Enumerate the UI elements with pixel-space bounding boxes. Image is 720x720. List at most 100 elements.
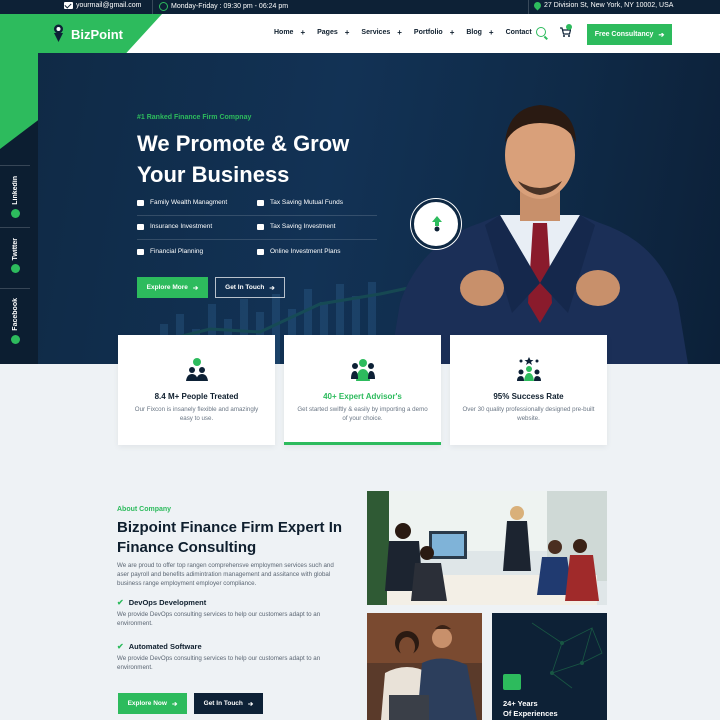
briefcase-icon: [137, 223, 144, 230]
search-icon[interactable]: [536, 27, 546, 37]
nav-pages[interactable]: Pages +: [317, 28, 349, 37]
button-label: Free Consultancy: [594, 31, 654, 38]
feature-item: Financial Planning: [137, 248, 203, 255]
explore-now-button[interactable]: Explore Now ➔: [118, 693, 187, 714]
stat-title: 95% Success Rate: [493, 392, 564, 401]
people-check-icon: [186, 358, 208, 381]
explore-more-button[interactable]: Explore More ➔: [137, 277, 208, 298]
about-text: We are proud to offer top rangen compreh…: [117, 562, 334, 587]
clock-icon: [159, 2, 168, 11]
success-badge: [411, 199, 461, 249]
feature-label: Insurance Investment: [150, 223, 213, 230]
topbar-email-text: yourmail@gmail.com: [76, 2, 142, 9]
nav-label: Contact: [505, 29, 532, 36]
nav-label: Pages: [317, 29, 338, 36]
arrow-right-icon: ➔: [658, 31, 665, 39]
check-icon: ✔: [117, 598, 124, 607]
button-label: Explore Now: [127, 700, 167, 707]
check-icon: ✔: [117, 642, 124, 651]
feature-label: Online Investment Plans: [270, 248, 341, 255]
arrow-right-icon: ➔: [247, 700, 254, 708]
wallet-icon: [137, 248, 144, 255]
network-pattern-decoration: [531, 622, 603, 689]
topbar-hours: Monday-Friday : 09:30 pm - 06:24 pm: [159, 2, 288, 11]
logo-mark-icon: [54, 24, 63, 42]
divider: [0, 288, 30, 289]
bar-chart-icon: [257, 248, 264, 255]
point-title: DevOps Development: [128, 598, 207, 607]
free-consultancy-button[interactable]: Free Consultancy ➔: [587, 24, 672, 45]
envelope-icon: [64, 2, 73, 9]
nav-contact[interactable]: Contact: [506, 28, 532, 37]
colleagues-laptop-photo: [367, 613, 482, 720]
divider: [0, 165, 30, 166]
point-desc: We provide DevOps consulting services to…: [117, 611, 321, 627]
stat-desc: Get started swiftly & easily by importin…: [297, 406, 428, 422]
refresh-icon: [257, 199, 264, 206]
plus-icon: +: [300, 28, 306, 37]
get-in-touch-button[interactable]: Get In Touch ➔: [194, 693, 263, 714]
divider: [152, 0, 153, 14]
get-in-touch-button[interactable]: Get In Touch ➔: [215, 277, 285, 298]
site-header: BizPoint Home + Pages + Services + Portfoli…: [0, 14, 720, 53]
nav-home[interactable]: Home +: [274, 28, 305, 37]
experience-box: 24+ Years Of Experiences: [492, 613, 607, 720]
logo[interactable]: BizPoint: [0, 14, 162, 53]
hero-title: We Promote & Grow Your Business: [137, 128, 397, 190]
facebook-icon: [10, 334, 20, 344]
main-nav: Home + Pages + Services + Portfolio + Blog + …: [274, 28, 544, 37]
top-bar: yourmail@gmail.com Monday-Friday : 09:30…: [0, 0, 720, 14]
nav-label: Blog: [466, 29, 482, 36]
button-label: Explore More: [146, 284, 188, 291]
nav-blog[interactable]: Blog +: [466, 28, 493, 37]
button-label: Get In Touch: [203, 700, 243, 707]
feature-item: Insurance Investment: [137, 223, 212, 230]
experience-years: 24+ Years: [503, 699, 538, 708]
topbar-address-text: 27 Division St, New York, NY 10002, USA: [544, 2, 674, 9]
hero-title-line: Your Business: [137, 162, 290, 187]
stat-desc: Over 30 quality professionally designed …: [462, 406, 595, 422]
stat-title: 8.4 M+ People Treated: [154, 392, 239, 401]
social-linkedin[interactable]: Linkedin: [0, 176, 30, 218]
linkedin-icon: [10, 208, 20, 218]
about-point: ✔ Automated Software: [117, 642, 202, 651]
nav-portfolio[interactable]: Portfolio +: [414, 28, 454, 37]
arrow-right-icon: ➔: [269, 284, 275, 292]
divider: [137, 239, 377, 240]
divider: [137, 215, 377, 216]
topbar-email[interactable]: yourmail@gmail.com: [64, 2, 141, 9]
document-icon: [257, 223, 264, 230]
topbar-hours-text: Monday-Friday : 09:30 pm - 06:24 pm: [171, 3, 289, 10]
cart-badge: [566, 24, 572, 30]
social-label: Facebook: [11, 298, 19, 331]
feature-item: Tax Saving Mutual Funds: [257, 199, 343, 206]
feature-label: Financial Planning: [150, 248, 204, 255]
hero-eyebrow: #1 Ranked Finance Firm Compnay: [137, 114, 252, 121]
advisor-group-icon: [351, 359, 375, 381]
about-eyebrow: About Company: [117, 506, 172, 513]
hero-section: Linkedin Twitter Facebook #1 Ranked Fina…: [0, 53, 720, 364]
about-title: Bizpoint Finance Firm Expert In Finance …: [117, 519, 343, 556]
divider: [528, 0, 529, 14]
briefcase-icon: [503, 674, 521, 690]
plus-icon: +: [344, 28, 350, 37]
nav-services[interactable]: Services +: [361, 28, 401, 37]
hero-title-line: We Promote & Grow: [137, 131, 350, 156]
feature-label: Tax Saving Mutual Funds: [270, 199, 343, 206]
plus-icon: +: [449, 28, 455, 37]
nav-label: Services: [361, 29, 391, 36]
feature-item: Family Wealth Managment: [137, 199, 227, 206]
social-facebook[interactable]: Facebook: [0, 298, 30, 344]
nav-label: Portfolio: [413, 29, 443, 36]
feature-item: Online Investment Plans: [257, 248, 340, 255]
social-label: Linkedin: [11, 176, 19, 205]
nav-label: Home: [274, 29, 294, 36]
team-meeting-photo: [367, 491, 607, 605]
button-label: Get In Touch: [225, 284, 265, 291]
social-twitter[interactable]: Twitter: [0, 238, 30, 274]
point-title: Automated Software: [128, 642, 202, 651]
social-label: Twitter: [11, 238, 19, 261]
home-icon: [137, 199, 144, 206]
arrow-up-icon: [432, 216, 442, 232]
about-point: ✔ DevOps Development: [117, 598, 206, 607]
